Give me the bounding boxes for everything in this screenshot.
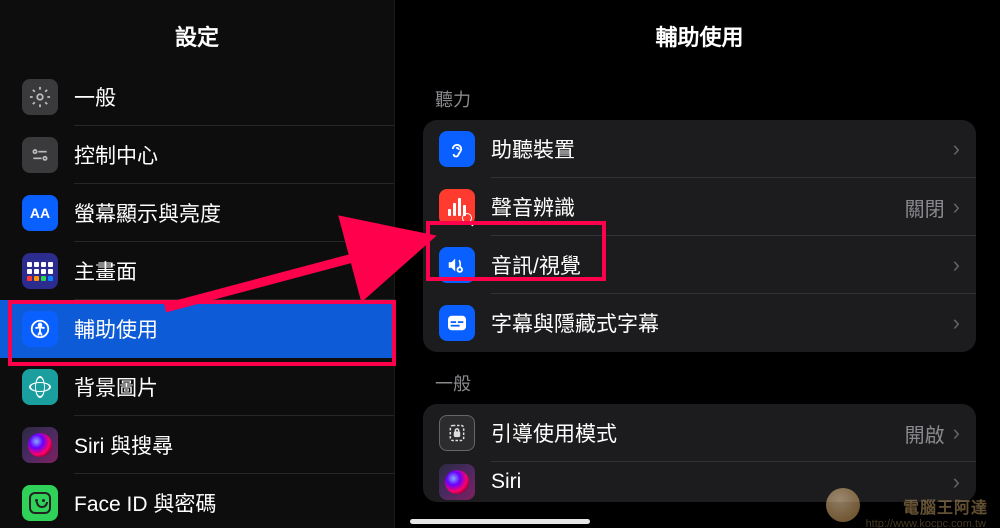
row-label: 字幕與隱藏式字幕 bbox=[491, 308, 953, 338]
sidebar-item-display[interactable]: AA 螢幕顯示與亮度 bbox=[0, 184, 394, 242]
row-value: 關閉 bbox=[905, 193, 945, 222]
ear-icon bbox=[439, 131, 475, 167]
sidebar-item-control-center[interactable]: 控制中心 bbox=[0, 126, 394, 184]
chevron-right-icon: › bbox=[953, 310, 960, 336]
watermark-avatar bbox=[826, 488, 860, 522]
row-audio-visual[interactable]: 音訊/視覺 › bbox=[423, 236, 976, 294]
detail-title: 輔助使用 bbox=[399, 0, 1000, 68]
siri-icon bbox=[22, 427, 58, 463]
sidebar-item-label: 輔助使用 bbox=[74, 314, 158, 344]
sidebar-item-siri[interactable]: Siri 與搜尋 bbox=[0, 416, 394, 474]
sidebar-list: 一般 控制中心 AA 螢幕顯示與亮度 主 bbox=[0, 68, 394, 528]
chevron-right-icon: › bbox=[953, 136, 960, 162]
wallpaper-icon bbox=[22, 369, 58, 405]
row-label: Siri bbox=[491, 470, 953, 494]
home-screen-icon bbox=[22, 253, 58, 289]
gear-icon bbox=[22, 79, 58, 115]
subtitle-icon bbox=[439, 305, 475, 341]
sidebar-item-general[interactable]: 一般 bbox=[0, 68, 394, 126]
sidebar-item-label: Siri 與搜尋 bbox=[74, 430, 173, 460]
display-icon: AA bbox=[22, 195, 58, 231]
audio-visual-icon bbox=[439, 247, 475, 283]
group-general: 引導使用模式 開啟 › Siri › bbox=[423, 404, 976, 502]
row-label: 助聽裝置 bbox=[491, 134, 953, 164]
faceid-icon bbox=[22, 485, 58, 521]
row-label: 聲音辨識 bbox=[491, 192, 905, 222]
detail-pane: 輔助使用 聽力 助聽裝置 › bbox=[395, 0, 1000, 528]
siri-icon bbox=[439, 464, 475, 500]
sidebar-item-faceid[interactable]: Face ID 與密碼 bbox=[0, 474, 394, 528]
watermark-text: 電腦王阿達 bbox=[903, 494, 988, 518]
sidebar-item-label: Face ID 與密碼 bbox=[74, 488, 216, 518]
row-value: 開啟 bbox=[905, 419, 945, 448]
row-label: 音訊/視覺 bbox=[491, 250, 953, 280]
control-center-icon bbox=[22, 137, 58, 173]
sidebar-item-label: 背景圖片 bbox=[74, 372, 158, 402]
section-header-general: 一般 bbox=[399, 352, 1000, 404]
sidebar-item-label: 主畫面 bbox=[74, 256, 137, 286]
home-indicator[interactable] bbox=[410, 519, 590, 524]
sidebar-item-label: 控制中心 bbox=[74, 140, 158, 170]
row-sound-recognition[interactable]: 聲音辨識 關閉 › bbox=[423, 178, 976, 236]
settings-sidebar: 設定 一般 控制中心 AA 螢幕顯示與亮度 bbox=[0, 0, 395, 528]
sound-recognition-icon bbox=[439, 189, 475, 225]
section-header-hearing: 聽力 bbox=[399, 68, 1000, 120]
guided-access-icon bbox=[439, 415, 475, 451]
row-siri-detail[interactable]: Siri › bbox=[423, 462, 976, 502]
watermark-url: http://www.kocpc.com.tw bbox=[866, 518, 986, 528]
sidebar-item-home-screen[interactable]: 主畫面 bbox=[0, 242, 394, 300]
row-hearing-devices[interactable]: 助聽裝置 › bbox=[423, 120, 976, 178]
accessibility-icon bbox=[22, 311, 58, 347]
row-guided-access[interactable]: 引導使用模式 開啟 › bbox=[423, 404, 976, 462]
sidebar-item-accessibility[interactable]: 輔助使用 bbox=[0, 300, 394, 358]
sidebar-item-label: 螢幕顯示與亮度 bbox=[74, 198, 221, 228]
chevron-right-icon: › bbox=[953, 469, 960, 495]
sidebar-item-label: 一般 bbox=[74, 82, 116, 112]
chevron-right-icon: › bbox=[953, 420, 960, 446]
sidebar-title: 設定 bbox=[0, 0, 394, 68]
row-label: 引導使用模式 bbox=[491, 418, 905, 448]
row-subtitles[interactable]: 字幕與隱藏式字幕 › bbox=[423, 294, 976, 352]
chevron-right-icon: › bbox=[953, 194, 960, 220]
group-hearing: 助聽裝置 › 聲音辨識 關閉 › bbox=[423, 120, 976, 352]
sidebar-item-wallpaper[interactable]: 背景圖片 bbox=[0, 358, 394, 416]
chevron-right-icon: › bbox=[953, 252, 960, 278]
